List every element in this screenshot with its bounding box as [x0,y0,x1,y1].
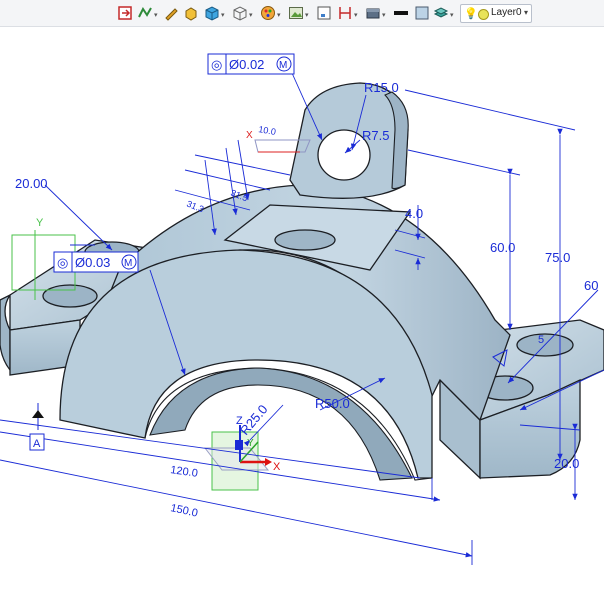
axis-x-label: X [273,461,281,473]
appearance-dropdown[interactable]: ▾ [277,11,281,19]
dim-r15[interactable]: R15.0 [364,80,399,95]
layer-visibility-icon[interactable] [433,5,449,21]
layer-color-icon [478,9,489,20]
dim-60[interactable]: 60.0 [490,240,515,255]
dim-31-3[interactable]: 31.3 [185,199,205,215]
layer-selector[interactable]: 💡 Layer0 ▾ [460,4,532,23]
sketch-icon[interactable] [137,5,153,21]
model-canvas: Y Z X Y X A ◎ Ø0.02 M ◎ Ø0.03 M R15.0 R7… [0,53,604,565]
layer-name: Layer0 [491,7,522,18]
gdt-top-value: Ø0.02 [229,57,264,72]
image-icon[interactable] [288,5,304,21]
dim-5[interactable]: 5 [538,334,544,346]
gdt-left-symbol: ◎ [57,255,68,270]
left-axis-y-label: Y [36,217,44,229]
wireframe-icon[interactable] [232,5,248,21]
frame-icon[interactable] [316,5,332,21]
dim-r7-5[interactable]: R7.5 [362,128,389,143]
dim-r50[interactable]: R50.0 [315,396,350,411]
dim-4[interactable]: 4.0 [405,206,423,221]
bulb-icon[interactable]: 💡 [464,7,478,20]
dim-10[interactable]: 10.0 [258,124,277,137]
datum-label: A [33,438,41,450]
material-icon[interactable] [365,5,381,21]
main-toolbar: ▾ ▾ ▾ ▾ ▾ ▾ ▾ ▾ 💡 Layer0 ▾ [0,0,604,27]
layer-dropdown-icon[interactable]: ▾ [524,8,528,17]
line-weight-icon[interactable] [393,5,409,21]
gdt-top-modifier: M [279,60,287,71]
dim-120[interactable]: 120.0 [170,464,199,480]
box-icon[interactable] [204,5,220,21]
sketch-x-label: X [246,130,253,141]
gdt-left-modifier: M [124,258,132,269]
color-swatch-icon[interactable] [414,5,430,21]
solid-icon[interactable] [183,5,199,21]
box-dropdown[interactable]: ▾ [221,11,225,19]
dim-150[interactable]: 150.0 [169,502,198,519]
gdt-left-value: Ø0.03 [75,255,110,270]
material-dropdown[interactable]: ▾ [382,11,386,19]
dim-20-right[interactable]: 20.0 [554,456,579,471]
height-dim-icon[interactable] [337,5,353,21]
top-ear[interactable] [289,82,409,199]
pencil-icon[interactable] [163,5,179,21]
image-dropdown[interactable]: ▾ [305,11,309,19]
layer-visibility-dropdown[interactable]: ▾ [450,11,454,19]
cad-viewport[interactable]: Y Z X Y X A ◎ Ø0.02 M ◎ Ø0.03 M R15.0 R7… [0,27,604,603]
appearance-icon[interactable] [260,5,276,21]
wireframe-dropdown[interactable]: ▾ [249,11,253,19]
sketch-dropdown[interactable]: ▾ [154,11,158,19]
height-dim-dropdown[interactable]: ▾ [354,11,358,19]
dim-20-left[interactable]: 20.00 [15,176,48,191]
exit-icon[interactable] [117,5,133,21]
dim-60-right[interactable]: 60 [584,278,598,293]
gdt-top-symbol: ◎ [211,57,222,72]
dim-75[interactable]: 75.0 [545,250,570,265]
